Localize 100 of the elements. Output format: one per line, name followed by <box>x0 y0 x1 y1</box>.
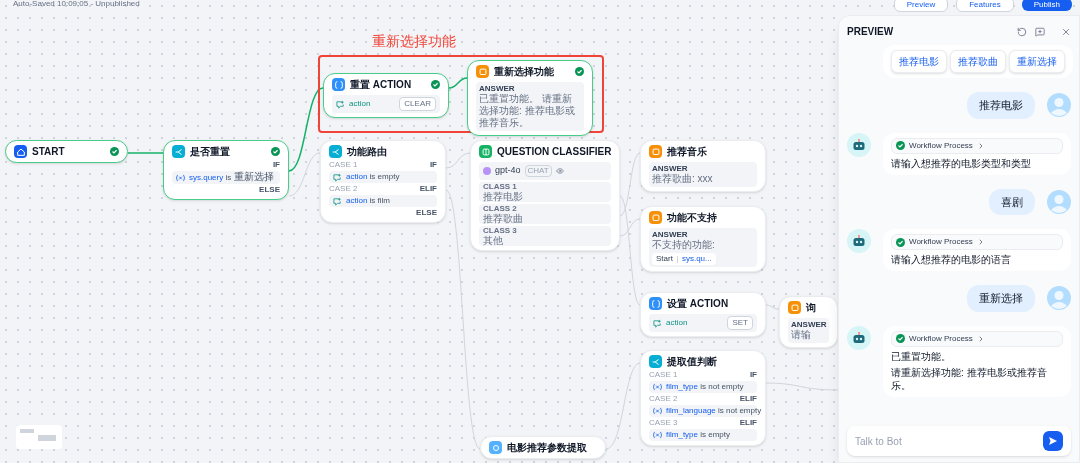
toolbar-button[interactable]: Preview <box>893 0 949 12</box>
answer-label: ANSWER <box>652 164 689 173</box>
suggestion-button[interactable]: 推荐歌曲 <box>950 50 1006 73</box>
node-title: QUESTION CLASSIFIER <box>497 145 612 158</box>
connector-line <box>445 152 471 169</box>
send-button[interactable] <box>1043 431 1063 451</box>
toolbar-button[interactable]: Features <box>956 0 1014 12</box>
answer-text: 推荐歌曲: xxx <box>652 173 714 185</box>
panel-title: PREVIEW <box>847 25 895 39</box>
classifier-icon <box>479 145 492 158</box>
user-avatar <box>1047 189 1071 214</box>
workflow-node[interactable]: 电影推荐参数提取 <box>480 436 606 459</box>
case-label: CASE 3 <box>649 418 678 428</box>
user-avatar <box>1047 286 1071 311</box>
refresh-icon[interactable] <box>1017 26 1027 37</box>
workflow-node[interactable]: 功能路由 CASE 1 IF action is empty CASE 2 ELIF action is film ELSE <box>320 140 446 223</box>
answer-text: 不支持的功能: <box>652 239 716 251</box>
model-name: gpt-4o <box>495 164 521 177</box>
workflow-node[interactable]: 提取值判断 CASE 1 IF film_type is not empty CASE 2 ELIF film_language is not empty CASE 3 ELIF film_type is empty <box>640 350 766 446</box>
variable-name: action <box>349 98 372 110</box>
workflow-process-bar[interactable]: Workflow Process <box>891 330 1063 347</box>
close-icon[interactable] <box>1061 26 1071 37</box>
class-text: 推荐歌曲 <box>483 212 524 224</box>
case-label: CASE 1 <box>649 370 678 380</box>
branch-label: ELIF <box>739 418 757 428</box>
suggestion-button[interactable]: 推荐电影 <box>891 50 947 73</box>
mode-tag: CHAT <box>524 164 552 177</box>
condition-text: film_type is not empty <box>666 381 744 393</box>
user-message: 推荐电影 <box>967 92 1035 119</box>
condition-text: sys.query is 重新选择 <box>189 171 275 184</box>
workflow-node[interactable]: 询 ANSWER 请输 <box>779 296 838 348</box>
chat-icon[interactable] <box>1035 26 1045 37</box>
answer-label: ANSWER <box>791 320 826 329</box>
branch-label: ELSE <box>416 208 437 218</box>
suggestion-button[interactable]: 重新选择 <box>1009 50 1065 73</box>
user-message: 喜剧 <box>989 188 1035 215</box>
class-text: 推荐电影 <box>483 190 524 202</box>
toolbar-button[interactable]: Publish <box>1021 0 1072 11</box>
extract-icon <box>489 441 502 454</box>
bot-text: 请输入想推荐的电影类型和类型 <box>891 156 1032 170</box>
workflow-node[interactable]: 重新选择功能 ANSWER 已重置功能。 请重新选择功能: 推荐电影或推荐音乐。 <box>467 60 593 136</box>
chat-input[interactable]: Talk to Bot <box>847 426 1071 456</box>
branch-label: ELIF <box>419 184 437 194</box>
variable-icon <box>653 407 662 415</box>
branch-icon <box>172 145 185 158</box>
condition-text: film_type is empty <box>666 429 731 441</box>
branch-label: IF <box>429 160 437 170</box>
message-field[interactable]: Talk to Bot <box>855 433 1043 449</box>
class-text: 其他 <box>483 234 504 246</box>
chat-icon <box>788 301 801 314</box>
node-title: 提取值判断 <box>667 355 718 368</box>
brackets-icon <box>649 297 662 310</box>
answer-text: 已重置功能。 请重新选择功能: 推荐电影或推荐音乐。 <box>479 93 576 129</box>
branch-label: IF <box>272 160 280 170</box>
send-icon <box>1048 436 1058 446</box>
connector-line <box>765 304 780 310</box>
operation-tag: SET <box>727 316 753 330</box>
condition-text: film_language is not empty <box>666 405 762 417</box>
workflow-node[interactable]: 推荐音乐 ANSWER 推荐歌曲: xxx <box>640 140 766 192</box>
workflow-process-label: Workflow Process <box>909 139 973 152</box>
check-icon <box>896 141 905 150</box>
bot-text: 已重置功能。 <box>891 349 952 363</box>
workflow-process-bar[interactable]: Workflow Process <box>891 234 1063 250</box>
variable-icon <box>176 173 185 182</box>
operation-tag: CLEAR <box>399 97 436 111</box>
workflow-node[interactable]: QUESTION CLASSIFIER gpt-4o CHAT CLASS 1 推荐电影 CLASS 2 推荐歌曲 CLASS 3 其他 <box>470 140 620 251</box>
class-label: CLASS 2 <box>483 203 518 213</box>
case-label: CASE 1 <box>329 160 358 170</box>
workflow-node[interactable]: START <box>5 140 128 163</box>
node-title: 功能路由 <box>347 145 388 158</box>
chat-variable-icon <box>336 99 345 109</box>
branch-label: IF <box>749 370 757 380</box>
workflow-node[interactable]: 是否重置 IF sys.query is 重新选择 ELSE <box>163 140 289 200</box>
node-title: 是否重置 <box>190 145 231 158</box>
variable-reference: sys.qu... <box>681 253 712 265</box>
node-title: 推荐音乐 <box>667 145 708 158</box>
workflow-node[interactable]: 设置 ACTION action SET <box>640 292 766 337</box>
chat-variable-icon <box>333 196 342 206</box>
robot-avatar <box>847 325 871 350</box>
workflow-process-label: Workflow Process <box>909 332 973 345</box>
branch-icon <box>329 145 342 158</box>
chat-variable-icon <box>333 172 342 182</box>
variable-icon <box>653 383 662 391</box>
workflow-process-bar[interactable]: Workflow Process <box>891 137 1063 154</box>
case-label: CASE 2 <box>649 394 678 404</box>
user-avatar <box>1047 93 1071 118</box>
node-title: 设置 ACTION <box>667 297 730 310</box>
node-title: 询 <box>806 301 817 314</box>
workflow-process-label: Workflow Process <box>909 236 973 248</box>
workflow-node[interactable]: 重置 ACTION action CLEAR <box>323 73 449 118</box>
save-status: Auto-Saved 10:09:05 - Unpublished <box>13 0 140 10</box>
node-title: 重置 ACTION <box>350 78 413 91</box>
case-label: CASE 2 <box>329 184 358 194</box>
variable-name: action <box>666 317 689 329</box>
model-selector[interactable]: gpt-4o CHAT <box>479 162 611 180</box>
workflow-node[interactable]: 功能不支持 ANSWER 不支持的功能: Start sys.qu... <box>640 206 766 272</box>
robot-avatar <box>847 132 871 157</box>
minimap <box>16 425 62 449</box>
robot-avatar <box>847 229 871 253</box>
branch-label: ELIF <box>739 394 757 404</box>
